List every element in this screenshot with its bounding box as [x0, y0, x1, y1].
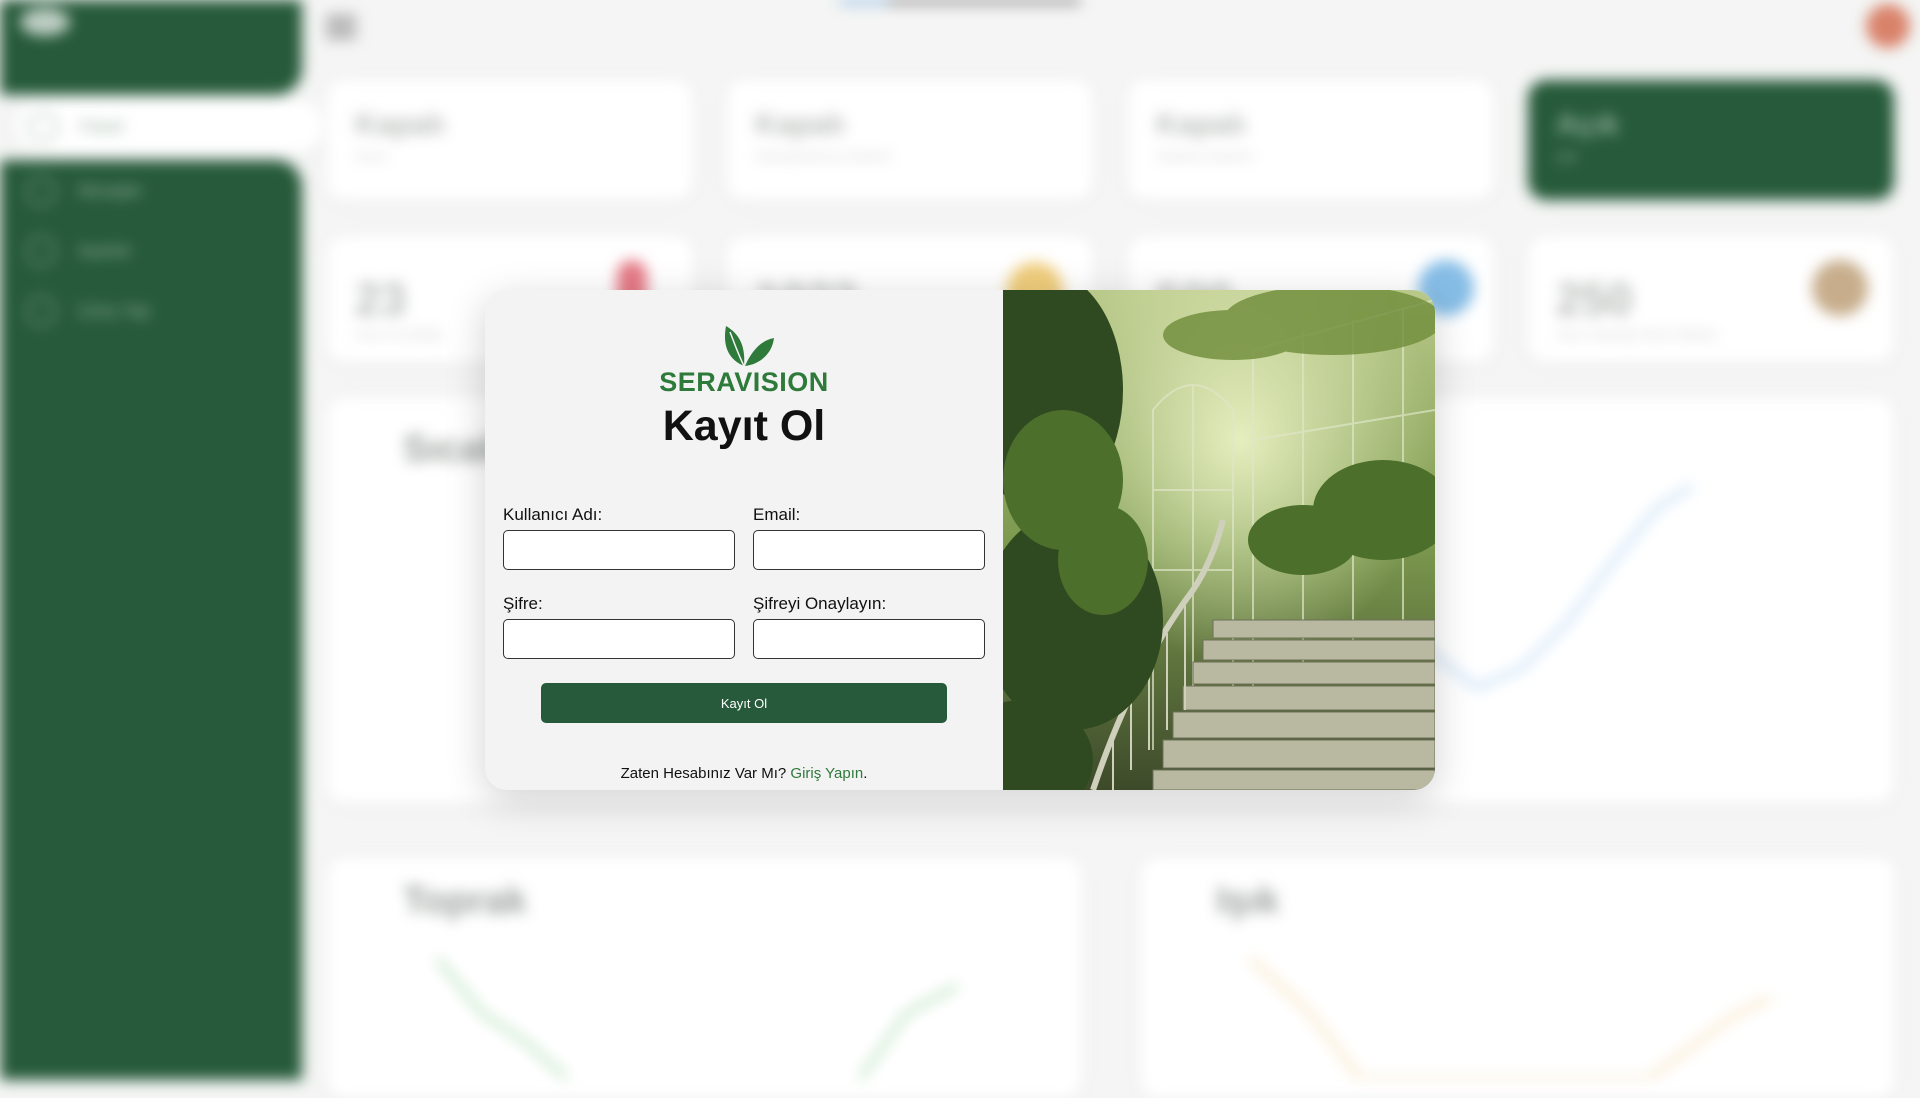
login-suffix: . [863, 765, 868, 782]
page-title: Kayıt Ol [662, 402, 826, 450]
confirm-password-input[interactable] [753, 619, 985, 659]
light-chart-panel: Işık [1140, 858, 1895, 1098]
status-card-heater: Kapalı Isıtıcı [327, 80, 693, 200]
panel-title: Işık [1216, 880, 1280, 922]
username-label: Kullanıcı Adı: [503, 505, 603, 524]
sidebar-header [0, 0, 302, 95]
status-card-label: Sulama Sistemi [1156, 148, 1254, 164]
sidebar-item-label: Çıkış Yap [78, 301, 151, 320]
soil-icon [1812, 260, 1868, 316]
gear-icon [26, 236, 56, 266]
sidebar-item-label: Mesajlar [78, 181, 143, 200]
soil-chart-line [437, 958, 958, 1078]
signup-button[interactable]: Kayıt Ol [541, 683, 947, 723]
email-input[interactable] [753, 530, 985, 570]
sidebar-item-panel[interactable]: Panel [14, 100, 324, 154]
status-card-light: Açık Işık [1528, 80, 1894, 200]
soil-chart-panel: Toprak [327, 858, 1082, 1098]
sidebar-item-label: Panel [80, 117, 124, 136]
password-input[interactable] [503, 619, 735, 659]
status-card-ventilation: Kapalı Havalandırma Sistemi [727, 80, 1093, 200]
username-field-group: Kullanıcı Adı: [503, 505, 735, 570]
menu-icon[interactable] [326, 16, 356, 38]
status-card-state: Kapalı [755, 108, 846, 141]
password-field-group: Şifre: [503, 594, 735, 659]
login-prompt-text: Zaten Hesabınız Var Mı? [620, 765, 787, 782]
status-card-label: Havalandırma Sistemi [755, 148, 892, 164]
brand-logo: SERAVISION [485, 320, 1003, 398]
email-label: Email: [753, 505, 801, 524]
login-link[interactable]: Giriş Yapın [790, 765, 863, 782]
sidebar-item-settings[interactable]: Ayarlar [26, 236, 132, 266]
greenhouse-illustration [1003, 290, 1435, 790]
status-card-irrigation: Kapalı Sulama Sistemi [1128, 80, 1494, 200]
username-input[interactable] [503, 530, 735, 570]
brand-name: SERAVISION [659, 367, 829, 397]
signup-modal: SERAVISION Kayıt Ol Kullanıcı Adı: Email… [485, 290, 1435, 790]
status-card-label: Işık [1556, 148, 1578, 164]
sidebar-item-label: Ayarlar [78, 241, 132, 260]
sidebar-item-messages[interactable]: Mesajlar [26, 176, 142, 206]
status-card-state: Kapalı [355, 108, 446, 141]
home-icon [28, 112, 58, 142]
metric-label: Sera Toprağı Nemi Miktarı [1556, 326, 1719, 342]
email-field-group: Email: [753, 505, 985, 570]
sidebar-item-logout[interactable]: Çıkış Yap [26, 296, 150, 326]
metric-value: 23 [355, 273, 407, 325]
password-label: Şifre: [503, 594, 543, 613]
confirm-password-label: Şifreyi Onaylayın: [753, 594, 887, 613]
logout-icon [26, 296, 56, 326]
top-progress-bar [840, 0, 1080, 3]
status-card-state: Açık [1556, 108, 1620, 141]
greenhouse-image [1003, 290, 1435, 790]
panel-title: Toprak [403, 880, 527, 922]
status-card-label: Isıtıcı [355, 148, 389, 164]
metric-label: Sera Sıcaklığı [355, 326, 443, 342]
light-chart-line [1250, 958, 1771, 1078]
status-card-state: Kapalı [1156, 108, 1247, 141]
avatar[interactable] [1866, 4, 1910, 48]
message-icon [26, 176, 56, 206]
confirm-password-field-group: Şifreyi Onaylayın: [753, 594, 985, 659]
signup-form: SERAVISION Kayıt Ol Kullanıcı Adı: Email… [485, 290, 1003, 790]
humidity-chart-line [1387, 484, 1693, 690]
metric-card-soil: 250 Sera Toprağı Nemi Miktarı [1528, 236, 1894, 362]
login-prompt: Zaten Hesabınız Var Mı? Giriş Yapın. [485, 765, 1003, 782]
sidebar-logo [20, 8, 70, 36]
metric-value: 250 [1556, 273, 1633, 325]
leaf-logo-icon [724, 326, 774, 367]
